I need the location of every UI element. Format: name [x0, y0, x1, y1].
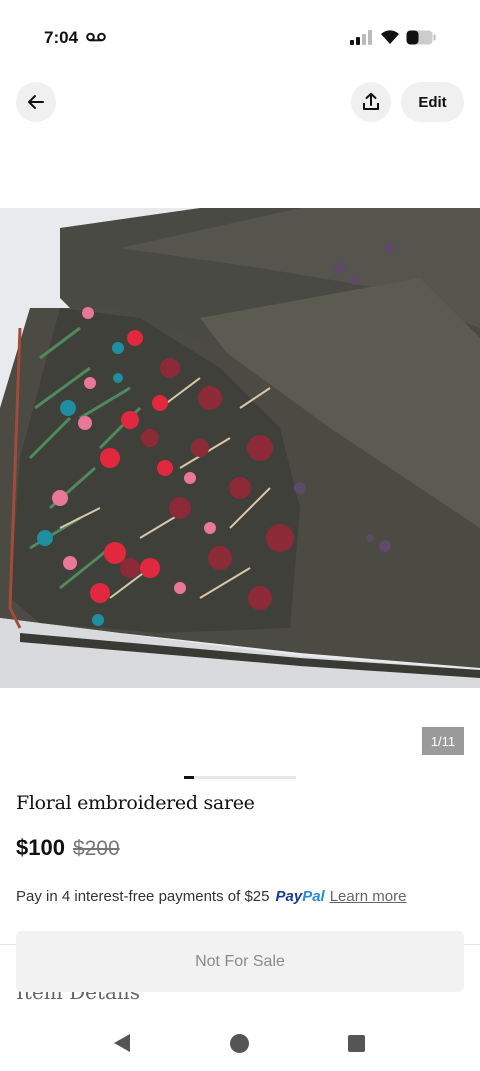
product-image[interactable] [0, 208, 480, 688]
paypal-logo-pal: Pal [302, 888, 325, 905]
back-button[interactable] [16, 82, 56, 122]
price-row: $100 $200 [16, 835, 120, 861]
voicemail-icon [86, 32, 106, 42]
product-title: Floral embroidered saree [16, 792, 255, 814]
share-upload-icon [363, 92, 379, 110]
status-time: 7:04 [44, 28, 79, 47]
edit-button[interactable]: Edit [401, 82, 464, 122]
system-nav-bar [0, 1012, 480, 1071]
nav-back-icon[interactable] [112, 1033, 132, 1053]
image-counter: 1/11 [422, 727, 464, 755]
original-price: $200 [72, 837, 120, 860]
current-price: $100 [16, 835, 65, 860]
not-for-sale-button[interactable]: Not For Sale [16, 931, 464, 992]
nav-recents-icon[interactable] [348, 1035, 365, 1052]
image-pager-indicator [184, 776, 195, 779]
paypal-logo: PayPal [275, 888, 324, 905]
learn-more-link[interactable]: Learn more [330, 888, 407, 905]
floral-embroidered-saree-photo [0, 208, 480, 688]
paypal-installments-text: Pay in 4 interest-free payments of $25 [16, 888, 270, 905]
nav-home-icon[interactable] [230, 1034, 249, 1053]
status-bar: 7:04 [0, 0, 480, 76]
share-button[interactable] [351, 82, 391, 122]
signal-icon [350, 30, 372, 45]
arrow-left-icon [28, 95, 44, 109]
battery-icon [406, 30, 436, 45]
image-pager [184, 776, 296, 779]
paypal-installments: Pay in 4 interest-free payments of $25 P… [16, 888, 406, 905]
wifi-icon [381, 30, 399, 44]
paypal-logo-pay: Pay [275, 888, 303, 905]
